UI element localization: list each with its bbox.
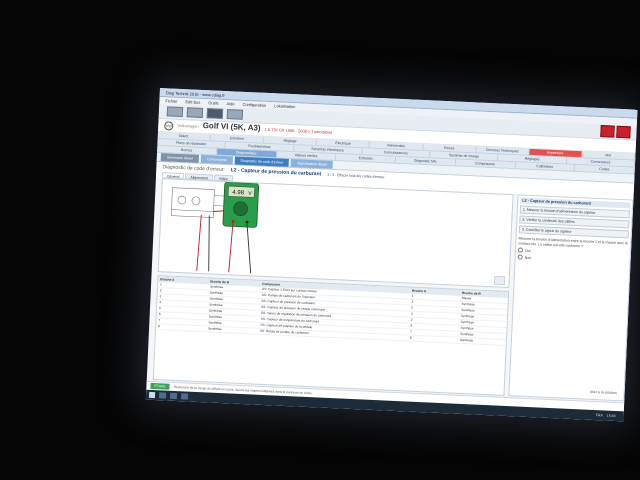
menu-item-help[interactable]: Aide — [226, 101, 234, 106]
print-button[interactable] — [226, 109, 244, 120]
taskbar-app-icon[interactable] — [180, 393, 189, 400]
radio-icon[interactable] — [517, 247, 524, 253]
tab-summary[interactable]: Sommaire diesel — [160, 153, 200, 163]
menu-item-config[interactable]: Configuration — [242, 102, 266, 108]
main-content: 4.98 V Broche A Broche de B Composant Br — [152, 178, 634, 402]
vw-logo-icon: VW — [164, 120, 174, 131]
left-pane: 4.98 V Broche A Broche de B Composant Br — [152, 178, 514, 396]
menu-item-edit[interactable]: Edit Bus — [185, 99, 200, 105]
step-panel: L2 - Capteur de pression du carburant 1.… — [508, 194, 634, 402]
menu-item-file[interactable]: Fichier — [165, 98, 177, 104]
red-probe-lead — [196, 214, 202, 271]
alert-icon[interactable] — [600, 125, 615, 138]
flag-area — [600, 125, 637, 139]
vehicle-details[interactable]: 1.6 TDI CR 1598 - 2008 > Turbodiesel — [264, 127, 332, 135]
window-title: Diag Technik 2016 - www.cdiag.fr — [165, 89, 225, 98]
sensor-symbol — [191, 196, 201, 206]
clock[interactable]: 15:44 — [607, 414, 616, 418]
black-probe-lead — [208, 215, 210, 272]
step-indicator: 1 / 3 - Effacer tous les codes d'erreur — [327, 172, 385, 180]
back-button[interactable] — [186, 107, 204, 118]
system-tray: FRA 15:44 — [596, 413, 624, 418]
menu-item-locale[interactable]: Lokalisation — [274, 103, 295, 109]
table-cell: 8 — [158, 324, 161, 329]
multimeter-dial — [233, 201, 248, 217]
multimeter-reading: 4.98 — [232, 190, 245, 197]
option-label: Oui — [524, 248, 531, 253]
wiring-diagram: 4.98 V — [157, 178, 514, 289]
sensor-outline — [170, 187, 215, 218]
pin-table: Broche A Broche de B Composant Broche A … — [152, 275, 510, 396]
wire-line — [171, 209, 214, 212]
table-cell: Synthèse — [459, 337, 474, 343]
meter-red-lead — [228, 222, 234, 273]
flag-icon[interactable] — [616, 125, 631, 139]
car-select-button[interactable] — [206, 108, 224, 119]
sensor-symbol — [177, 195, 187, 205]
tab-components[interactable]: Composants — [200, 154, 233, 165]
taskbar-app-icon[interactable] — [158, 392, 167, 399]
monitor-screen: Diag Technik 2016 - www.cdiag.fr Fichier… — [145, 88, 638, 422]
table-cell: Synthèse — [208, 326, 222, 332]
windows-start-icon[interactable] — [148, 391, 156, 399]
taskbar-app-icon[interactable] — [169, 392, 178, 400]
vehicle-brand: Volkswagen — [177, 122, 199, 129]
language-indicator[interactable]: FRA — [596, 413, 603, 417]
table-cell: 8 — [409, 335, 412, 340]
menu-item-tools[interactable]: Outils — [208, 100, 218, 105]
option-label: Non — [524, 255, 532, 260]
home-button[interactable] — [166, 106, 184, 118]
diagram-svg: 4.98 V — [170, 181, 505, 286]
radio-icon[interactable] — [517, 254, 523, 260]
zoom-button[interactable] — [494, 276, 505, 286]
vehicle-model: Golf VI (5K, A3) — [202, 120, 261, 133]
step-status-button[interactable]: ÉTAPE — [150, 382, 170, 390]
meter-black-lead — [246, 223, 252, 274]
